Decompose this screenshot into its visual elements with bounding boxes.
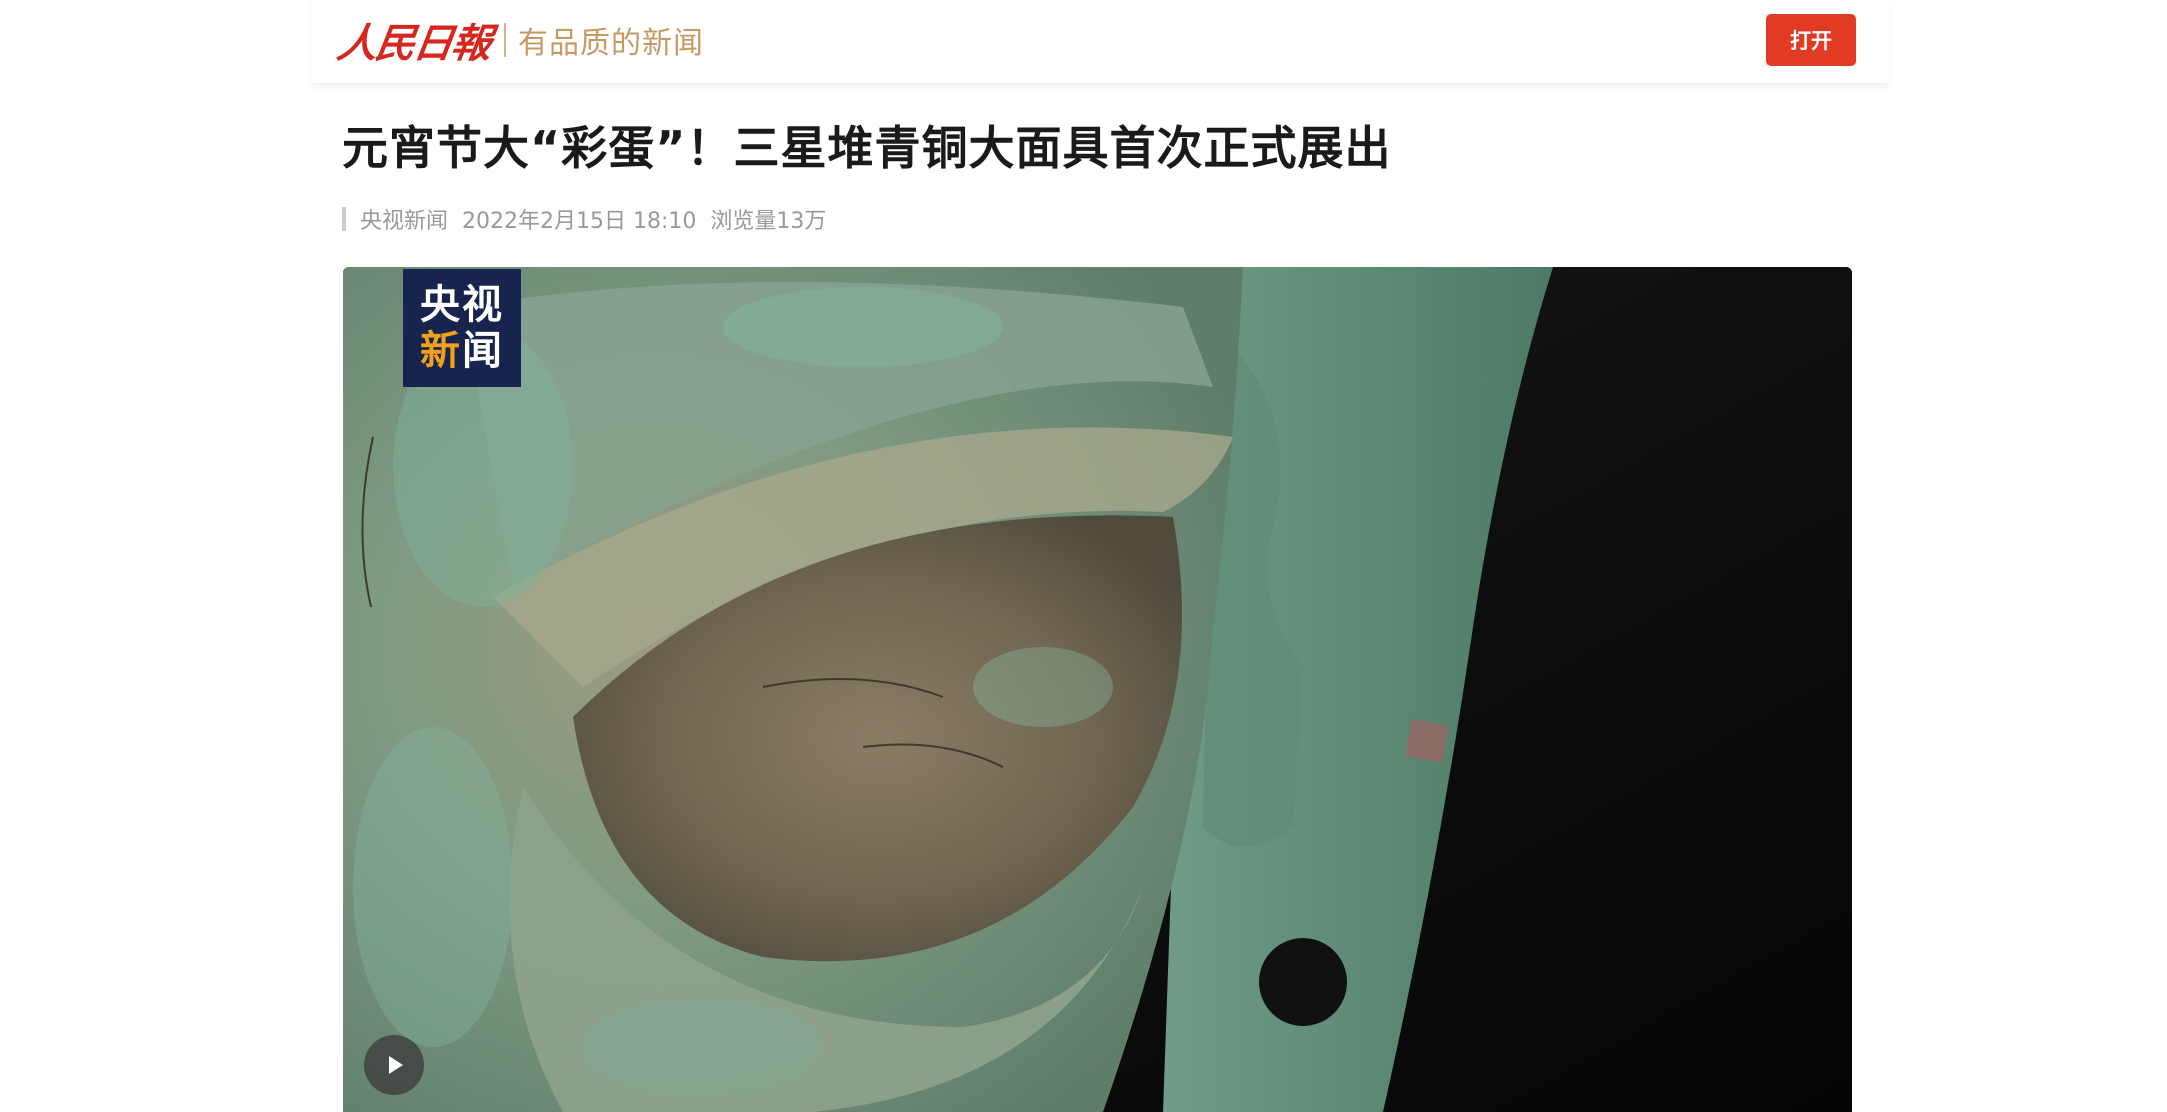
article-source: 央视新闻 (360, 209, 449, 234)
play-icon (389, 1056, 403, 1074)
play-button[interactable] (364, 1035, 424, 1095)
brand: 人民日報 有品质的新闻 (334, 14, 704, 67)
article-views: 浏览量13万 (710, 209, 827, 234)
cctv-logo-line2: 新闻 (420, 328, 504, 374)
cctv-news-logo: 央视 新闻 (403, 269, 521, 387)
cctv-logo-char-orange: 新 (420, 328, 462, 374)
video-frame-image (343, 267, 1852, 1112)
cctv-logo-line1: 央视 (420, 282, 504, 328)
top-app-banner: 人民日報 有品质的新闻 打开 (312, 0, 1889, 84)
article-datetime: 2022年2月15日 18:10 (462, 209, 697, 234)
brand-logo: 人民日報 (334, 20, 493, 67)
cctv-logo-char-white: 闻 (462, 328, 504, 374)
video-player[interactable]: 央视 新闻 (343, 267, 1852, 1112)
brand-slogan: 有品质的新闻 (518, 26, 704, 61)
article-title: 元宵节大“彩蛋”！三星堆青铜大面具首次正式展出 (342, 121, 1392, 175)
brand-divider (504, 23, 506, 57)
open-app-button[interactable]: 打开 (1766, 14, 1856, 66)
page: 人民日報 有品质的新闻 打开 元宵节大“彩蛋”！三星堆青铜大面具首次正式展出 央… (0, 0, 2167, 1112)
article-meta: 央视新闻 2022年2月15日 18:10 浏览量13万 (342, 204, 840, 234)
meta-accent-bar (342, 207, 346, 231)
